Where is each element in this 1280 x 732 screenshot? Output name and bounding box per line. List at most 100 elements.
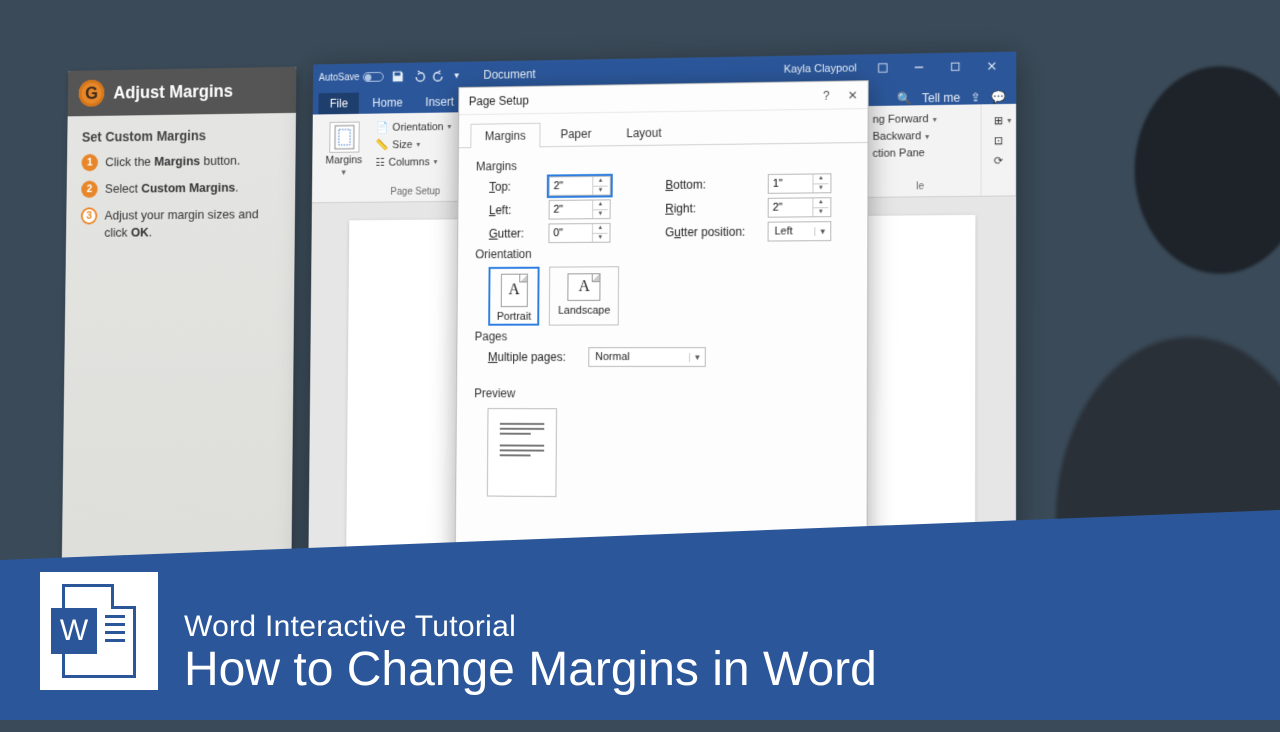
user-name[interactable]: Kayla Claypool: [784, 62, 857, 75]
portrait-option[interactable]: A Portrait: [488, 267, 540, 326]
bottom-input[interactable]: ▲▼: [768, 173, 832, 194]
step-number: 3: [81, 207, 98, 224]
tutorial-step: 1 Click the Margins button.: [81, 152, 280, 172]
spinner-up-icon[interactable]: ▲: [813, 174, 828, 184]
send-backward-button[interactable]: Backward▾: [869, 128, 973, 145]
dialog-tabs: Margins Paper Layout: [459, 109, 868, 148]
qat-more-icon[interactable]: ▾: [454, 70, 459, 81]
group-button[interactable]: ⊡: [990, 132, 1007, 149]
ribbon-group-arrange: ng Forward▾ Backward▾ ction Pane le: [860, 104, 981, 197]
spinner-down-icon[interactable]: ▼: [593, 210, 608, 218]
minimize-button[interactable]: [901, 53, 937, 82]
banner-title: How to Change Margins in Word: [184, 644, 877, 696]
orientation-icon: 📄: [376, 121, 389, 134]
tutorial-title: Adjust Margins: [113, 81, 233, 103]
gutter-pos-label: Gutter position:: [665, 225, 760, 240]
tab-layout[interactable]: Layout: [612, 120, 677, 145]
tutorial-step: 2 Select Custom Margins.: [81, 179, 280, 198]
columns-label: Columns: [388, 156, 429, 168]
preview-section-label: Preview: [474, 386, 849, 401]
close-button[interactable]: [974, 52, 1011, 81]
close-icon[interactable]: ✕: [848, 88, 858, 102]
margins-icon: [329, 122, 359, 153]
left-label: Left:: [489, 203, 541, 217]
spinner-up-icon[interactable]: ▲: [593, 200, 608, 209]
tab-file[interactable]: File: [318, 93, 359, 115]
tutorial-logo: G: [79, 80, 105, 107]
orientation-section-label: Orientation: [475, 245, 849, 261]
step-text: Click the Margins button.: [105, 152, 240, 171]
bottom-label: Bottom:: [665, 177, 760, 192]
maximize-button[interactable]: [937, 52, 973, 81]
spinner-up-icon[interactable]: ▲: [813, 198, 828, 208]
tutorial-panel: G Adjust Margins Set Custom Margins 1 Cl…: [61, 67, 296, 609]
redo-icon[interactable]: [433, 69, 446, 83]
share-icon[interactable]: ⇪: [970, 90, 980, 104]
undo-icon[interactable]: [412, 69, 425, 83]
step-text: Select Custom Margins.: [105, 179, 239, 198]
tab-paper[interactable]: Paper: [546, 121, 606, 146]
tutorial-header: G Adjust Margins: [68, 67, 297, 117]
dialog-title: Page Setup: [469, 93, 529, 108]
gutter-label: Gutter:: [489, 226, 541, 240]
step-text: Adjust your margin sizes and click OK.: [104, 205, 280, 240]
search-icon[interactable]: 🔍: [897, 91, 912, 105]
preview-thumbnail: [487, 408, 557, 497]
autosave-pill[interactable]: [363, 72, 384, 82]
multiple-pages-select[interactable]: Normal▼: [588, 347, 706, 367]
margins-label: Margins: [325, 154, 362, 166]
comments-icon[interactable]: 💬: [991, 90, 1006, 104]
chevron-down-icon: ▼: [814, 227, 830, 236]
landscape-icon: A: [568, 273, 601, 301]
size-button[interactable]: 📏Size▾: [372, 136, 455, 154]
spinner-up-icon[interactable]: ▲: [593, 224, 608, 233]
gutter-input[interactable]: ▲▼: [548, 223, 610, 243]
help-button[interactable]: ?: [823, 88, 830, 102]
left-input[interactable]: ▲▼: [549, 199, 611, 219]
step-number: 1: [81, 154, 98, 171]
ribbon-display-icon[interactable]: [865, 54, 901, 83]
gutter-pos-select[interactable]: Left▼: [768, 221, 832, 241]
columns-icon: ☷: [375, 156, 384, 169]
spinner-down-icon[interactable]: ▼: [593, 186, 608, 195]
portrait-icon: A: [501, 274, 528, 307]
pages-section-label: Pages: [475, 329, 849, 343]
banner-subtitle: Word Interactive Tutorial: [184, 610, 877, 644]
top-input[interactable]: ▲▼: [549, 176, 611, 196]
right-input[interactable]: ▲▼: [768, 197, 832, 217]
size-label: Size: [392, 139, 412, 151]
chevron-down-icon: ▼: [340, 168, 348, 177]
landscape-option[interactable]: A Landscape: [549, 266, 619, 325]
autosave-toggle[interactable]: AutoSave: [319, 71, 384, 83]
orientation-button[interactable]: 📄Orientation▾: [372, 118, 455, 136]
align-button[interactable]: ⊞ ▾: [990, 112, 1007, 129]
tutorial-step: 3 Adjust your margin sizes and click OK.: [81, 205, 281, 240]
right-label: Right:: [665, 201, 760, 216]
orientation-label: Orientation: [392, 121, 443, 133]
size-icon: 📏: [376, 139, 389, 152]
selection-pane-button[interactable]: ction Pane: [869, 145, 973, 162]
spinner-down-icon[interactable]: ▼: [813, 208, 828, 217]
step-number: 2: [81, 181, 98, 198]
tutorial-subtitle: Set Custom Margins: [82, 127, 281, 145]
group-label: le: [868, 179, 972, 197]
spinner-up-icon[interactable]: ▲: [593, 177, 608, 186]
spinner-down-icon[interactable]: ▼: [813, 184, 828, 193]
multiple-pages-label: Multiple pages:: [488, 350, 581, 364]
rotate-button[interactable]: ⟳: [990, 152, 1007, 169]
word-app-icon: W: [40, 572, 158, 690]
bring-forward-button[interactable]: ng Forward▾: [869, 110, 973, 127]
margins-button[interactable]: Margins ▼: [320, 118, 369, 181]
landscape-label: Landscape: [558, 305, 610, 317]
document-title: Document: [483, 67, 536, 82]
top-label: Top:: [489, 179, 541, 193]
tab-home[interactable]: Home: [361, 92, 414, 114]
portrait-label: Portrait: [497, 311, 531, 323]
save-icon[interactable]: [391, 70, 404, 84]
tab-margins[interactable]: Margins: [470, 123, 540, 148]
tell-me[interactable]: Tell me: [922, 91, 960, 106]
tutorial-body: Set Custom Margins 1 Click the Margins b…: [66, 113, 296, 264]
spinner-down-icon[interactable]: ▼: [593, 233, 608, 241]
columns-button[interactable]: ☷Columns▾: [372, 153, 455, 171]
chevron-down-icon: ▼: [689, 353, 705, 362]
